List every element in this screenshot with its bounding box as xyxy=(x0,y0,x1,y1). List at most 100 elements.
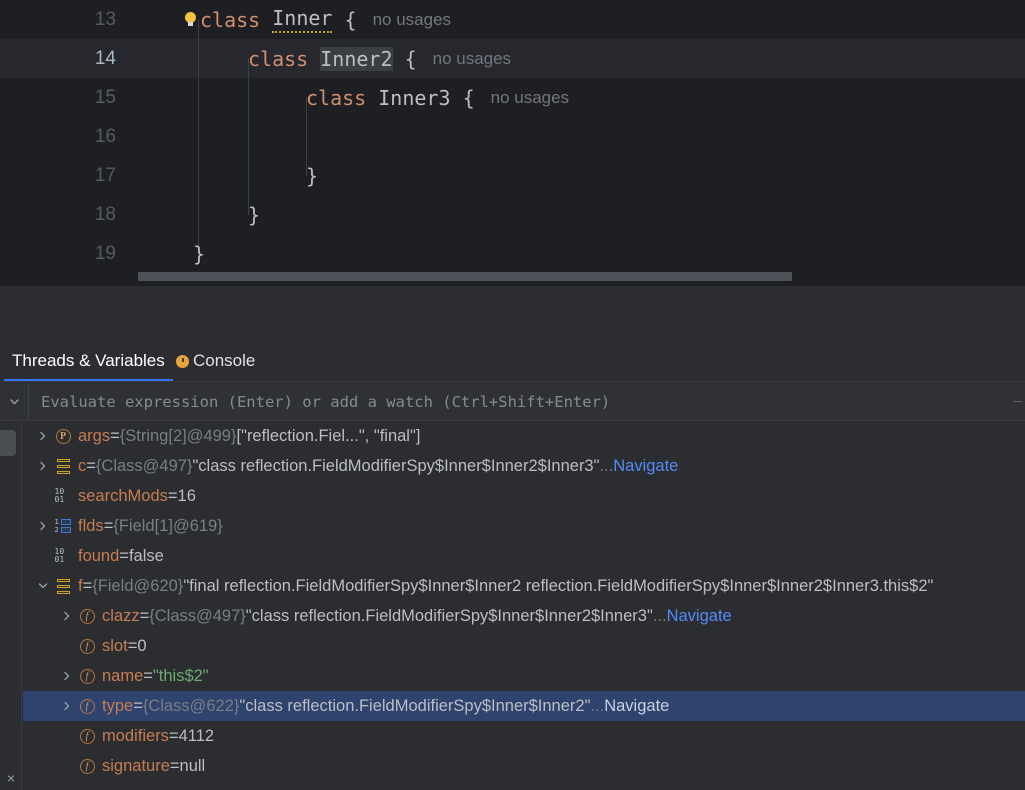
indent-guide xyxy=(306,97,307,137)
variable-icon-slot: f xyxy=(77,661,97,691)
parameter-icon: P xyxy=(55,428,71,444)
value-ellipsis: ... xyxy=(599,456,614,475)
variable-row[interactable]: f type = {Class@622} "class reflection.Fi… xyxy=(23,691,1025,721)
variable-row[interactable]: f name = "this$2" xyxy=(23,661,1025,691)
variable-text: searchMods = 16 xyxy=(78,487,196,506)
code-line: 17} xyxy=(0,136,1025,195)
variable-icon-slot: 10 01 xyxy=(53,481,73,511)
variable-type: {Class@497} xyxy=(95,456,193,475)
equals-sign: = xyxy=(82,576,93,595)
no-arrow-spacer xyxy=(33,541,53,571)
usages-inlay-hint[interactable]: no usages xyxy=(433,49,511,69)
class-name: Inner xyxy=(272,6,333,33)
indent-guide xyxy=(248,58,249,98)
variable-row[interactable]: c = {Class@497} "class reflection.FieldM… xyxy=(23,451,1025,481)
variables-tree[interactable]: Pargs = {String[2]@499} ["reflection.Fie… xyxy=(23,421,1025,790)
variable-icon-slot: f xyxy=(77,751,97,781)
variable-text: modifiers = 4112 xyxy=(102,727,214,746)
variable-text: args = {String[2]@499} ["reflection.Fiel… xyxy=(78,427,420,446)
line-number: 15 xyxy=(94,86,116,108)
collapse-arrow-icon[interactable] xyxy=(33,571,53,601)
value-ellipsis: ... xyxy=(590,696,605,715)
keyword-class: class xyxy=(200,7,261,32)
variable-name: clazz xyxy=(102,606,140,625)
equals-sign: = xyxy=(133,696,143,715)
navigate-link[interactable]: Navigate xyxy=(667,607,732,626)
strip-handle[interactable] xyxy=(0,430,16,456)
opening-brace: { xyxy=(344,7,357,32)
variable-row[interactable]: Pargs = {String[2]@499} ["reflection.Fie… xyxy=(23,421,1025,451)
field-icon: f xyxy=(79,668,95,684)
variable-text: slot = 0 xyxy=(102,637,147,656)
expand-arrow-icon[interactable] xyxy=(57,601,77,631)
chevron-down-icon[interactable] xyxy=(0,383,28,421)
variable-value: 4112 xyxy=(178,726,215,745)
variable-value: 0 xyxy=(137,636,147,655)
variable-text: signature = null xyxy=(102,757,205,776)
usages-inlay-hint[interactable]: no usages xyxy=(373,10,451,30)
field-icon: f xyxy=(79,728,95,744)
code-editor[interactable]: 13 class Inner {no usages 14 class Inner2 {… xyxy=(0,0,1025,290)
expand-arrow-icon[interactable] xyxy=(33,451,53,481)
tab-threads-and-variables[interactable]: Threads & Variables xyxy=(4,340,173,382)
primitive-icon: 10 01 xyxy=(54,487,65,504)
variable-row[interactable]: f clazz = {Class@497} "class reflection.F… xyxy=(23,601,1025,631)
tab-console[interactable]: Console xyxy=(168,340,263,382)
variable-text: type = {Class@622} "class reflection.Fie… xyxy=(102,697,669,716)
code-line-content: class Inner2 {no usages xyxy=(138,19,1025,78)
variable-value: "this$2" xyxy=(152,666,209,685)
variable-name: slot xyxy=(102,636,128,655)
closing-brace: } xyxy=(248,202,261,227)
expand-arrow-icon[interactable] xyxy=(33,421,53,451)
code-line-content: class Inner3 {no usages xyxy=(138,58,1025,117)
clock-icon xyxy=(176,354,189,368)
variable-text: flds = {Field[1]@619} xyxy=(78,517,223,536)
indent-guide xyxy=(248,136,249,176)
code-line: 14 class Inner2 {no usages xyxy=(0,19,1025,78)
opening-brace: { xyxy=(404,46,417,71)
lightbulb-icon[interactable] xyxy=(183,11,199,28)
debug-tool-window: Threads & Variables Console × Pargs = {S… xyxy=(0,290,1025,790)
equals-sign: = xyxy=(119,546,129,565)
variable-value: 16 xyxy=(177,486,196,505)
equals-sign: = xyxy=(168,726,179,745)
variable-value: ["reflection.Fiel...", "final"] xyxy=(236,426,421,445)
expand-arrow-icon[interactable] xyxy=(57,691,77,721)
variable-icon-slot: f xyxy=(77,631,97,661)
variable-row[interactable]: f signature = null xyxy=(23,751,1025,781)
variable-text: c = {Class@497} "class reflection.FieldM… xyxy=(78,457,678,476)
expand-arrow-icon[interactable] xyxy=(33,511,53,541)
tab-threads-and-variables-label: Threads & Variables xyxy=(12,351,165,370)
line-number: 13 xyxy=(94,8,116,30)
equals-sign: = xyxy=(169,756,180,775)
variable-row[interactable]: 10 01 searchMods = 16 xyxy=(23,481,1025,511)
equals-sign: = xyxy=(110,426,120,445)
variable-name: signature xyxy=(102,756,170,775)
close-icon[interactable]: × xyxy=(3,770,19,786)
variable-value: "class reflection.FieldModifierSpy$Inner… xyxy=(192,456,600,475)
code-line-content: } xyxy=(138,214,1025,273)
navigate-link[interactable]: Navigate xyxy=(604,697,669,716)
variable-row[interactable]: 1 2 flds = {Field[1]@619} xyxy=(23,511,1025,541)
evaluate-expression-input[interactable] xyxy=(29,382,1009,421)
expand-arrow-icon[interactable] xyxy=(57,661,77,691)
navigate-link[interactable]: Navigate xyxy=(613,457,678,476)
editor-horizontal-scrollbar[interactable] xyxy=(138,272,792,281)
variable-row[interactable]: f modifiers = 4112 xyxy=(23,721,1025,751)
variable-name: name xyxy=(102,666,144,685)
variable-type: {Field[1]@619} xyxy=(113,516,223,535)
variable-row[interactable]: 10 01 found = false xyxy=(23,541,1025,571)
code-line: 13 class Inner { no usages xyxy=(0,0,1025,39)
evaluate-bar-right-marker xyxy=(1009,383,1025,421)
variable-row[interactable]: f slot = 0 xyxy=(23,631,1025,661)
variable-icon-slot: 12 xyxy=(53,511,73,541)
variable-row[interactable]: f = {Field@620} "final reflection.FieldM… xyxy=(23,571,1025,601)
variable-value: false xyxy=(128,546,164,565)
code-line-content: } xyxy=(138,136,1025,195)
line-number: 17 xyxy=(94,164,116,186)
usages-inlay-hint[interactable]: no usages xyxy=(491,88,569,108)
